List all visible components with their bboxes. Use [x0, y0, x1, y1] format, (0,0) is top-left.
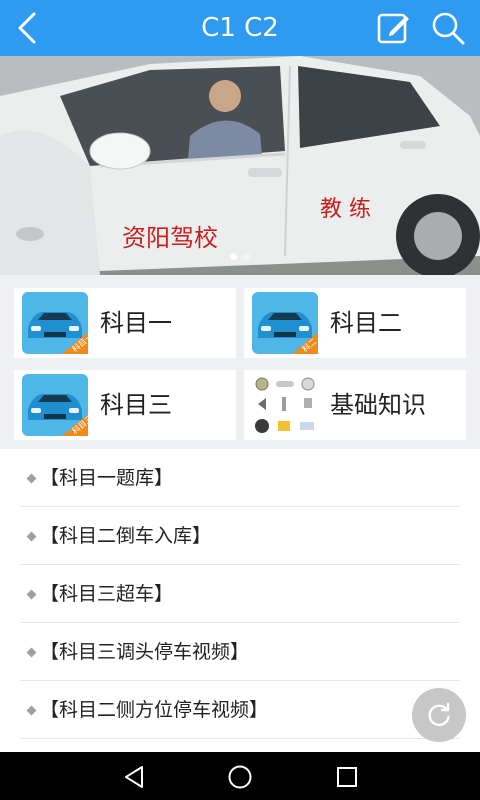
home-circle-icon[interactable]: [227, 764, 253, 790]
list-item[interactable]: 【科目二侧方位停车视频】: [20, 681, 460, 739]
recents-square-icon[interactable]: [334, 764, 360, 790]
category-tile-subject-3[interactable]: 科目三 科目三: [14, 370, 236, 440]
search-icon[interactable]: [430, 10, 466, 46]
carousel-dot: [243, 253, 250, 260]
banner-carousel[interactable]: 资阳驾校 教 练: [0, 56, 480, 275]
category-tile-subject-2[interactable]: 科二 科目二: [244, 288, 466, 358]
bullet-diamond-icon: [26, 647, 37, 658]
car-parts-icon: [252, 374, 318, 436]
bullet-diamond-icon: [26, 589, 37, 600]
category-label: 科目二: [330, 309, 402, 337]
back-triangle-icon[interactable]: [122, 764, 148, 790]
category-tile-subject-1[interactable]: 科目一 科目一: [14, 288, 236, 358]
banner-photo: 资阳驾校 教 练: [0, 56, 480, 275]
list-item[interactable]: 【科目三超车】: [20, 565, 460, 623]
list-item-title: 【科目二倒车入库】: [40, 525, 212, 547]
car-icon: 科二: [252, 292, 318, 354]
refresh-button[interactable]: [412, 688, 466, 742]
list-item-title: 【科目一题库】: [40, 467, 174, 489]
article-list: 【科目一题库】 【科目二倒车入库】 【科目三超车】 【科目三调头停车视频】 【科…: [0, 449, 480, 739]
category-grid: 科目一 科目一 科二 科目二 科目三 科目三 基础知识: [0, 275, 480, 449]
category-label: 基础知识: [330, 391, 426, 419]
list-item-title: 【科目三超车】: [40, 583, 174, 605]
carousel-dot-active: [230, 253, 237, 260]
banner-caption-coach: 教 练: [320, 197, 371, 222]
list-item-title: 【科目二侧方位停车视频】: [40, 699, 269, 721]
category-tile-basics[interactable]: 基础知识: [244, 370, 466, 440]
car-icon: 科目三: [22, 374, 88, 436]
bullet-diamond-icon: [26, 531, 37, 542]
category-label: 科目一: [100, 309, 172, 337]
list-item[interactable]: 【科目二倒车入库】: [20, 507, 460, 565]
list-item[interactable]: 【科目三调头停车视频】: [20, 623, 460, 681]
list-item[interactable]: 【科目一题库】: [20, 449, 460, 507]
app-header: C1 C2: [0, 0, 480, 56]
bullet-diamond-icon: [26, 705, 37, 716]
refresh-icon: [428, 702, 450, 727]
car-icon: 科目一: [22, 292, 88, 354]
system-nav-bar: [0, 752, 480, 800]
category-label: 科目三: [100, 391, 172, 419]
carousel-indicator: [0, 245, 480, 260]
list-item-title: 【科目三调头停车视频】: [40, 641, 250, 663]
edit-icon[interactable]: [376, 10, 412, 46]
bullet-diamond-icon: [26, 473, 37, 484]
